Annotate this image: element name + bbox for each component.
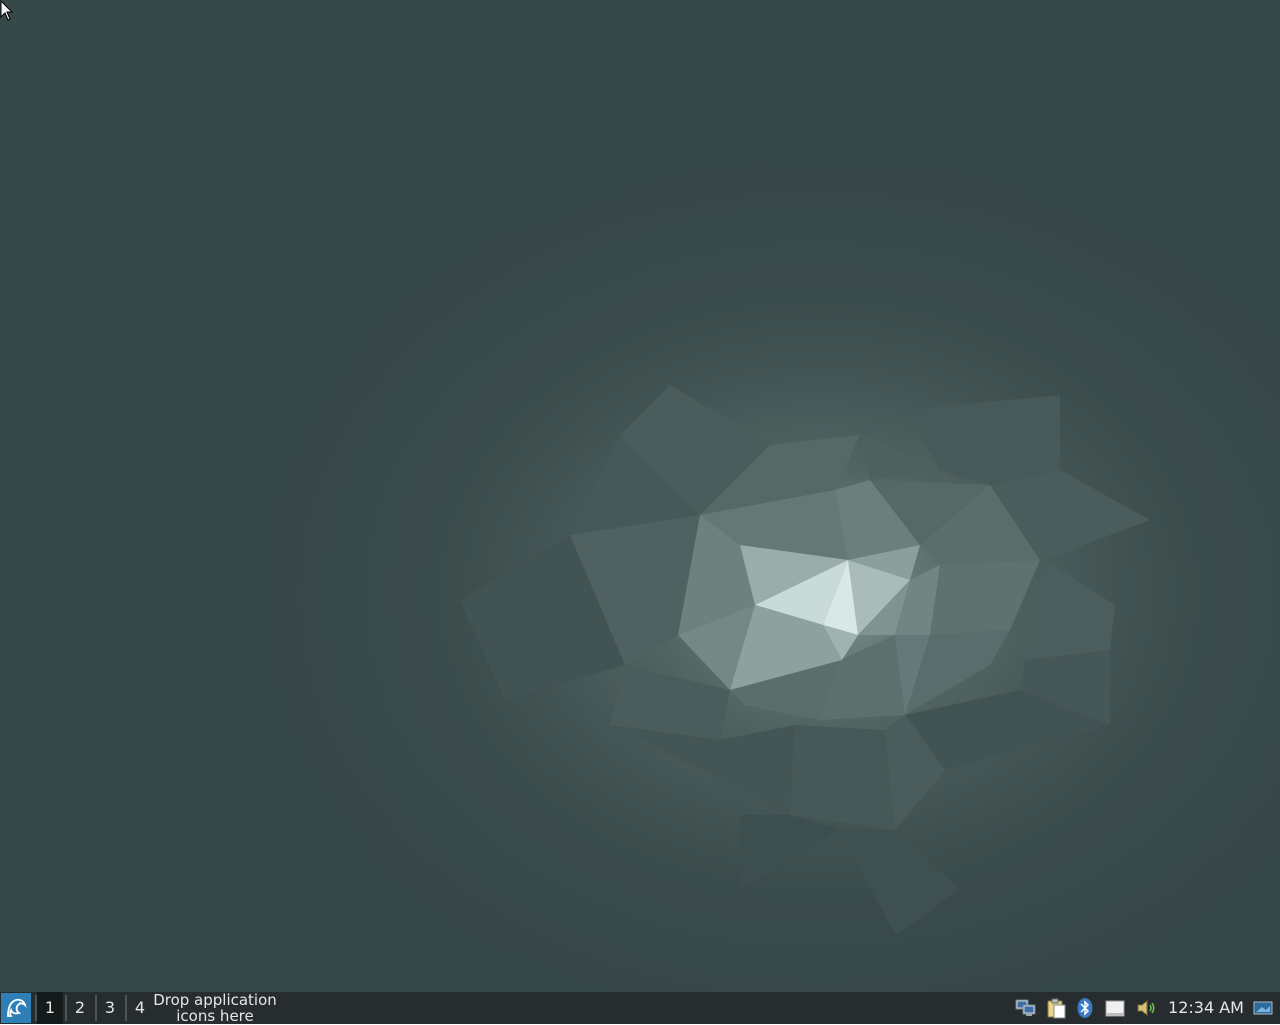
application-launch-bar[interactable]: Drop application icons here <box>150 992 280 1024</box>
volume-icon[interactable] <box>1135 996 1159 1020</box>
workspace-3-button[interactable]: 3 <box>97 992 123 1024</box>
mouse-cursor-icon <box>0 0 14 21</box>
launcher-hint-line2: icons here <box>176 1007 254 1025</box>
show-desktop-icon[interactable] <box>1251 996 1275 1020</box>
workspace-1-button[interactable]: 1 <box>37 992 63 1024</box>
taskbar: 1 2 3 4 Drop application icons here 12:3… <box>0 992 1280 1024</box>
start-menu-icon <box>7 998 27 1017</box>
wallpaper <box>0 0 1280 992</box>
desktop[interactable] <box>0 0 1280 992</box>
clock[interactable]: 12:34 AM <box>1164 992 1248 1024</box>
start-menu-button[interactable] <box>1 993 31 1023</box>
removable-drive-icon[interactable] <box>1103 996 1127 1020</box>
workspace-2-button[interactable]: 2 <box>67 992 93 1024</box>
network-icon[interactable] <box>1014 996 1038 1020</box>
clipboard-icon[interactable] <box>1044 996 1068 1020</box>
bluetooth-icon[interactable] <box>1073 996 1097 1020</box>
launcher-hint-line1: Drop application <box>153 991 277 1009</box>
